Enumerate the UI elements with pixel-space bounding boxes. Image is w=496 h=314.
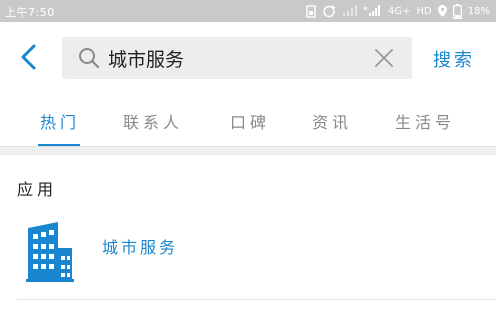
tab-reviews[interactable]: 口碑 [230, 109, 270, 133]
hd-indicator: HD [416, 5, 432, 17]
search-header: 搜索 [0, 22, 496, 92]
signal-icon-2 [364, 5, 381, 16]
tab-news[interactable]: 资讯 [312, 109, 352, 133]
category-tabs: 热门 联系人 口碑 资讯 生活号 [0, 92, 496, 147]
sim-card-icon [306, 4, 316, 18]
location-icon [437, 5, 447, 17]
back-button[interactable] [14, 42, 44, 72]
status-bar: 上午7:50 4G+ HD 18% [0, 0, 496, 22]
list-divider [17, 299, 496, 300]
chevron-left-icon [21, 44, 36, 70]
section-divider [0, 146, 496, 155]
app-result-item[interactable]: 城市服务 [0, 210, 496, 300]
building-icon [26, 222, 74, 282]
app-name: 城市服务 [102, 238, 179, 257]
section-title: 应用 [17, 180, 58, 199]
search-box[interactable] [62, 37, 412, 79]
search-button[interactable]: 搜索 [433, 46, 475, 72]
network-type: 4G+ [388, 5, 411, 17]
signal-icon-1 [343, 5, 358, 16]
battery-icon [452, 3, 462, 19]
status-time: 上午7:50 [5, 6, 55, 19]
tab-hot[interactable]: 热门 [40, 109, 80, 133]
clear-button[interactable] [374, 48, 394, 68]
status-icons: 4G+ HD 18% [306, 3, 490, 19]
close-icon [375, 49, 393, 67]
battery-percent: 18% [467, 5, 490, 17]
search-icon [79, 48, 100, 69]
search-input[interactable] [108, 44, 358, 72]
tab-life-accounts[interactable]: 生活号 [395, 109, 455, 133]
alarm-icon [323, 5, 336, 18]
tab-contacts[interactable]: 联系人 [123, 109, 183, 133]
